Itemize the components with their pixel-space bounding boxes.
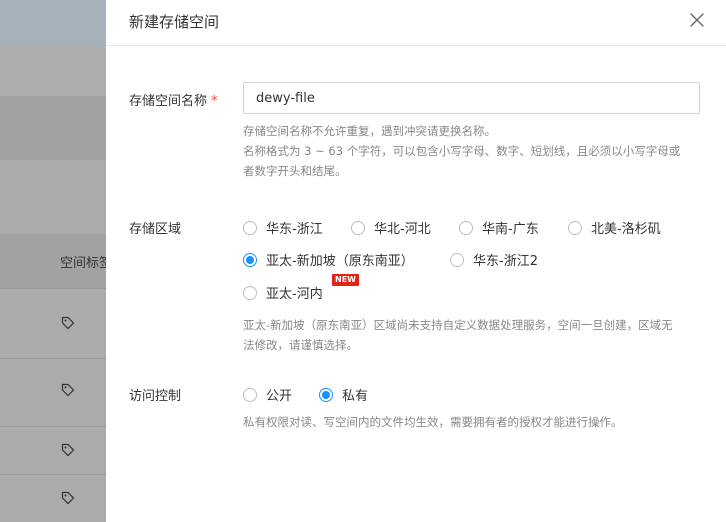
radio-indicator[interactable] [459,220,473,235]
radio-indicator[interactable] [243,387,257,402]
table-header: 空间标签 [0,234,106,288]
access-control-label: 访问控制 [129,389,182,404]
radio-label: 华北-河北 [374,222,431,237]
background-toolbar [0,46,106,96]
bucket-name-input[interactable] [243,82,700,114]
radio-label: 华东-浙江2 [473,254,538,269]
table-row[interactable] [0,426,106,474]
radio-label: 公开 [266,389,293,404]
radio-label: 私有 [342,389,369,404]
column-header-tags: 空间标签 [60,256,106,271]
bucket-name-help: 存储空间名称不允许重复，遇到冲突请更换名称。 名称格式为 3 ~ 63 个字符，… [243,121,680,181]
background-panel [0,160,106,234]
region-option-south-guangdong[interactable]: 华南-广东 [459,218,539,237]
region-option-na-los-angeles[interactable]: 北美-洛杉矶 [568,218,661,237]
new-badge: NEW [332,274,359,286]
region-option-east-zhejiang[interactable]: 华东-浙江 [243,218,323,237]
background-page: 空间标签 [0,0,106,522]
tag-icon[interactable] [61,491,75,505]
region-help-line: 法修改，请谨慎选择。 [243,338,358,352]
access-help: 私有权限对读、写空间内的文件均生效，需要拥有者的授权才能进行操作。 [243,415,623,429]
region-option-ap-hanoi[interactable]: 亚太-河内 [243,283,323,302]
background-filter-bar [0,96,106,160]
radio-indicator-selected[interactable] [243,252,257,267]
region-label: 存储区域 [129,222,182,237]
close-icon[interactable] [689,12,705,28]
radio-indicator[interactable] [450,252,464,267]
bucket-name-label: 存储空间名称 * [129,90,218,109]
radio-indicator[interactable] [568,220,582,235]
radio-label: 华东-浙江 [266,222,323,237]
access-option-private[interactable]: 私有 [319,385,368,404]
radio-indicator[interactable] [351,220,365,235]
drawer-title: 新建存储空间 [129,13,220,31]
tag-icon[interactable] [61,443,75,457]
background-header [0,0,106,46]
radio-label: 华南-广东 [482,222,539,237]
required-mark: * [211,94,218,109]
tag-icon[interactable] [61,316,75,330]
bucket-name-help-line: 名称格式为 3 ~ 63 个字符，可以包含小写字母、数字、短划线，且必须以小写字… [243,144,681,158]
region-option-east-zhejiang-2[interactable]: 华东-浙江2 [450,250,538,269]
table-row[interactable] [0,288,106,358]
radio-label: 亚太-河内 [266,287,323,302]
region-help: 亚太-新加坡（原东南亚）区域尚未支持自定义数据处理服务，空间一旦创建，区域无 法… [243,315,673,355]
bucket-name-help-line: 者数字开头和结尾。 [243,164,347,178]
create-bucket-drawer: 新建存储空间 存储空间名称* 存储空间名称不允许重复，遇到冲突请更换名称。 名称… [106,0,726,522]
region-option-north-hebei[interactable]: 华北-河北 [351,218,431,237]
region-option-ap-singapore[interactable]: 亚太-新加坡（原东南亚） [243,250,414,269]
tag-icon[interactable] [61,383,75,397]
region-help-line: 亚太-新加坡（原东南亚）区域尚未支持自定义数据处理服务，空间一旦创建，区域无 [243,318,673,332]
table-row[interactable] [0,474,106,522]
drawer-header: 新建存储空间 [106,0,726,46]
radio-indicator-selected[interactable] [319,387,333,402]
table-row[interactable] [0,358,106,426]
bucket-name-label-text: 存储空间名称 [129,94,208,109]
bucket-name-help-line: 存储空间名称不允许重复，遇到冲突请更换名称。 [243,124,496,138]
access-option-public[interactable]: 公开 [243,385,292,404]
radio-indicator[interactable] [243,220,257,235]
radio-indicator[interactable] [243,285,257,300]
radio-label: 北美-洛杉矶 [591,222,661,237]
radio-label: 亚太-新加坡（原东南亚） [266,254,414,269]
